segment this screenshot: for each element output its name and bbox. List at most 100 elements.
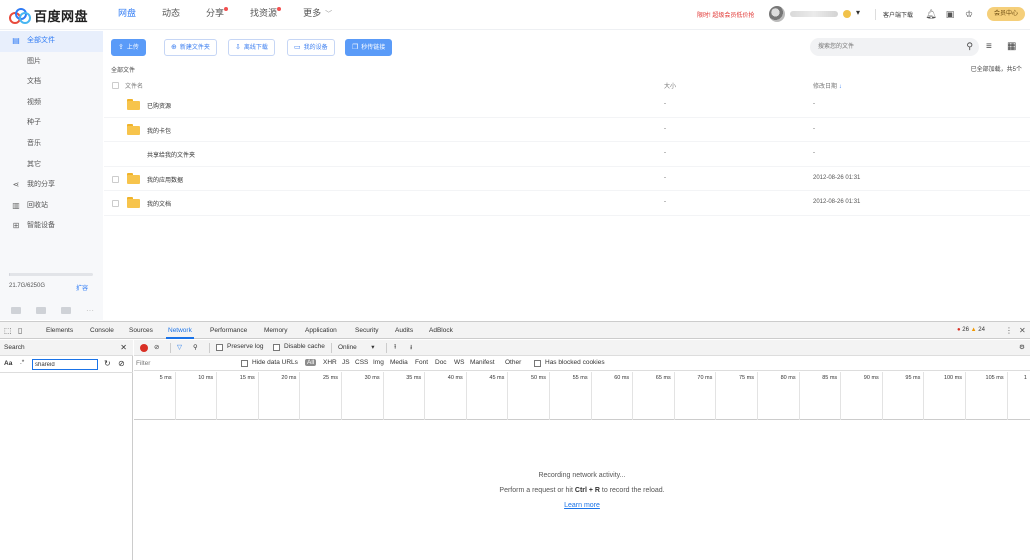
promo-link[interactable]: 限时! 超级会员低价抢	[697, 10, 754, 19]
sidebar-item-music[interactable]: 音乐	[0, 134, 103, 155]
devtools-tab-console[interactable]: Console	[90, 322, 114, 339]
column-header-size[interactable]: 大小	[664, 81, 676, 90]
sort-icon[interactable]: ≡	[986, 41, 992, 52]
devtools-tab-performance[interactable]: Performance	[210, 322, 247, 339]
sidebar-item-smart-devices[interactable]: ⊞ 智能设备	[0, 216, 103, 237]
devtools-tab-adblock[interactable]: AdBlock	[429, 322, 453, 339]
has-blocked-cookies-checkbox[interactable]	[534, 360, 541, 367]
file-name[interactable]: 共享给我的文件夹	[147, 150, 195, 159]
throttling-select[interactable]: Online ▾	[338, 343, 375, 351]
clear-icon[interactable]: ⊘	[118, 359, 125, 368]
nav-activity[interactable]: 动态	[162, 0, 180, 30]
table-row[interactable]: 共享给我的文件夹 - -	[104, 142, 1030, 167]
bell-icon[interactable]: 🔔︎	[925, 8, 937, 20]
sidebar-item-documents[interactable]: 文档	[0, 72, 103, 93]
tshirt-skin-icon[interactable]: ♔	[963, 8, 975, 20]
filter-type-ws[interactable]: WS	[454, 359, 464, 366]
devtools-tab-elements[interactable]: Elements	[46, 322, 73, 339]
instant-link-button[interactable]: ❐ 秒传链接	[345, 39, 393, 56]
member-center-button[interactable]: 会员中心	[987, 7, 1025, 21]
sidebar-item-recycle-bin[interactable]: ▥ 回收站	[0, 196, 103, 217]
table-row[interactable]: 我的文档 - 2012-08-26 01:31	[104, 191, 1030, 216]
sidebar-item-other[interactable]: 其它	[0, 155, 103, 176]
filter-type-js[interactable]: JS	[342, 359, 350, 366]
kebab-menu-icon[interactable]: ⋮	[1005, 326, 1013, 335]
network-filter-input[interactable]	[136, 358, 234, 369]
file-name[interactable]: 已购资源	[147, 101, 171, 110]
devtools-tab-audits[interactable]: Audits	[395, 322, 413, 339]
filter-type-other[interactable]: Other	[505, 359, 521, 366]
close-devtools-icon[interactable]: ✕	[1019, 326, 1026, 335]
upload-button[interactable]: ⇪ 上传	[111, 39, 146, 56]
filter-type-xhr[interactable]: XHR	[323, 359, 337, 366]
export-har-icon[interactable]: ⭳	[410, 343, 412, 354]
table-row[interactable]: 已购资源 - -	[104, 93, 1030, 118]
username-redacted[interactable]	[790, 11, 838, 17]
devtools-tab-network[interactable]: Network	[166, 322, 194, 339]
network-overview-timeline[interactable]: 5 ms 10 ms 15 ms 20 ms 25 ms 30 ms 35 ms 40 ms 4…	[134, 372, 1030, 420]
filter-type-doc[interactable]: Doc	[435, 359, 447, 366]
more-icon[interactable]: ···	[86, 307, 96, 315]
filter-type-media[interactable]: Media	[390, 359, 408, 366]
refresh-icon[interactable]: ↻	[104, 359, 111, 368]
import-har-icon[interactable]: ⭱	[394, 343, 396, 354]
sidebar-item-images[interactable]: 图片	[0, 52, 103, 73]
devtools-tab-sources[interactable]: Sources	[129, 322, 153, 339]
column-header-date[interactable]: 修改日期 ↓	[813, 81, 842, 90]
hide-data-urls-checkbox[interactable]	[241, 360, 248, 367]
phone-icon[interactable]	[61, 307, 71, 314]
regex-toggle[interactable]: .*	[20, 359, 24, 366]
search-icon[interactable]: ⚲	[193, 343, 198, 351]
grid-view-icon[interactable]: ▦	[1007, 41, 1016, 52]
my-devices-button[interactable]: ▭ 我的设备	[287, 39, 335, 56]
devtools-search-input[interactable]	[32, 359, 98, 370]
device-toolbar-icon[interactable]: ▯	[18, 326, 22, 335]
breadcrumb[interactable]: 全部文件	[111, 65, 135, 74]
search-icon[interactable]: ⚲	[966, 41, 973, 52]
tablet-icon[interactable]	[36, 307, 46, 314]
row-checkbox[interactable]	[112, 175, 119, 183]
computer-icon[interactable]	[11, 307, 21, 314]
row-checkbox[interactable]	[112, 200, 119, 207]
file-search-input[interactable]	[818, 41, 958, 53]
new-folder-button[interactable]: ⊕ 新建文件夹	[164, 39, 217, 56]
learn-more-link[interactable]: Learn more	[564, 502, 600, 509]
user-menu-chevron-icon[interactable]: ▾	[856, 8, 860, 17]
file-name[interactable]: 我的卡包	[147, 126, 171, 135]
record-icon[interactable]	[140, 344, 148, 352]
clipboard-icon[interactable]: ▣	[944, 8, 956, 20]
nav-netdisk[interactable]: 网盘	[118, 0, 136, 30]
settings-gear-icon[interactable]: ⚙	[1019, 343, 1025, 351]
file-name[interactable]: 我的文档	[147, 199, 171, 208]
column-header-name[interactable]: 文件名	[125, 81, 143, 90]
file-name[interactable]: 我的应用数据	[147, 175, 183, 184]
filter-type-all[interactable]: All	[305, 359, 317, 366]
preserve-log-checkbox[interactable]	[216, 344, 223, 351]
sidebar-item-my-shares[interactable]: ⋖ 我的分享	[0, 175, 103, 196]
offline-download-button[interactable]: ⇩ 离线下载	[228, 39, 275, 56]
expand-storage-link[interactable]: 扩容	[76, 283, 88, 292]
devtools-tab-application[interactable]: Application	[305, 322, 337, 339]
filter-type-css[interactable]: CSS	[355, 359, 368, 366]
nav-more[interactable]: 更多 ﹀	[303, 0, 332, 30]
filter-type-img[interactable]: Img	[373, 359, 384, 366]
devtools-tab-memory[interactable]: Memory	[264, 322, 287, 339]
nav-share[interactable]: 分享	[206, 0, 229, 30]
nav-find-resources[interactable]: 找资源	[250, 0, 282, 30]
error-warning-counter[interactable]: ● 26 ▲ 24	[957, 327, 985, 333]
inspect-element-icon[interactable]: ⬚	[4, 326, 12, 335]
disable-cache-checkbox[interactable]	[273, 344, 280, 351]
table-row[interactable]: 我的应用数据 - 2012-08-26 01:31	[104, 167, 1030, 191]
filter-icon[interactable]: ▽	[177, 343, 182, 351]
close-icon[interactable]: ✕	[120, 340, 127, 356]
avatar[interactable]	[769, 6, 785, 22]
table-row[interactable]: 我的卡包 - -	[104, 118, 1030, 142]
sidebar-item-torrents[interactable]: 种子	[0, 113, 103, 134]
filter-type-manifest[interactable]: Manifest	[470, 359, 495, 366]
clear-log-icon[interactable]: ⊘	[154, 343, 159, 351]
sidebar-item-all-files[interactable]: ▤ 全部文件	[0, 31, 103, 52]
client-download-link[interactable]: 客户端下载	[883, 10, 913, 19]
select-all-checkbox[interactable]	[112, 82, 119, 89]
filter-type-font[interactable]: Font	[415, 359, 428, 366]
devtools-tab-security[interactable]: Security	[355, 322, 378, 339]
